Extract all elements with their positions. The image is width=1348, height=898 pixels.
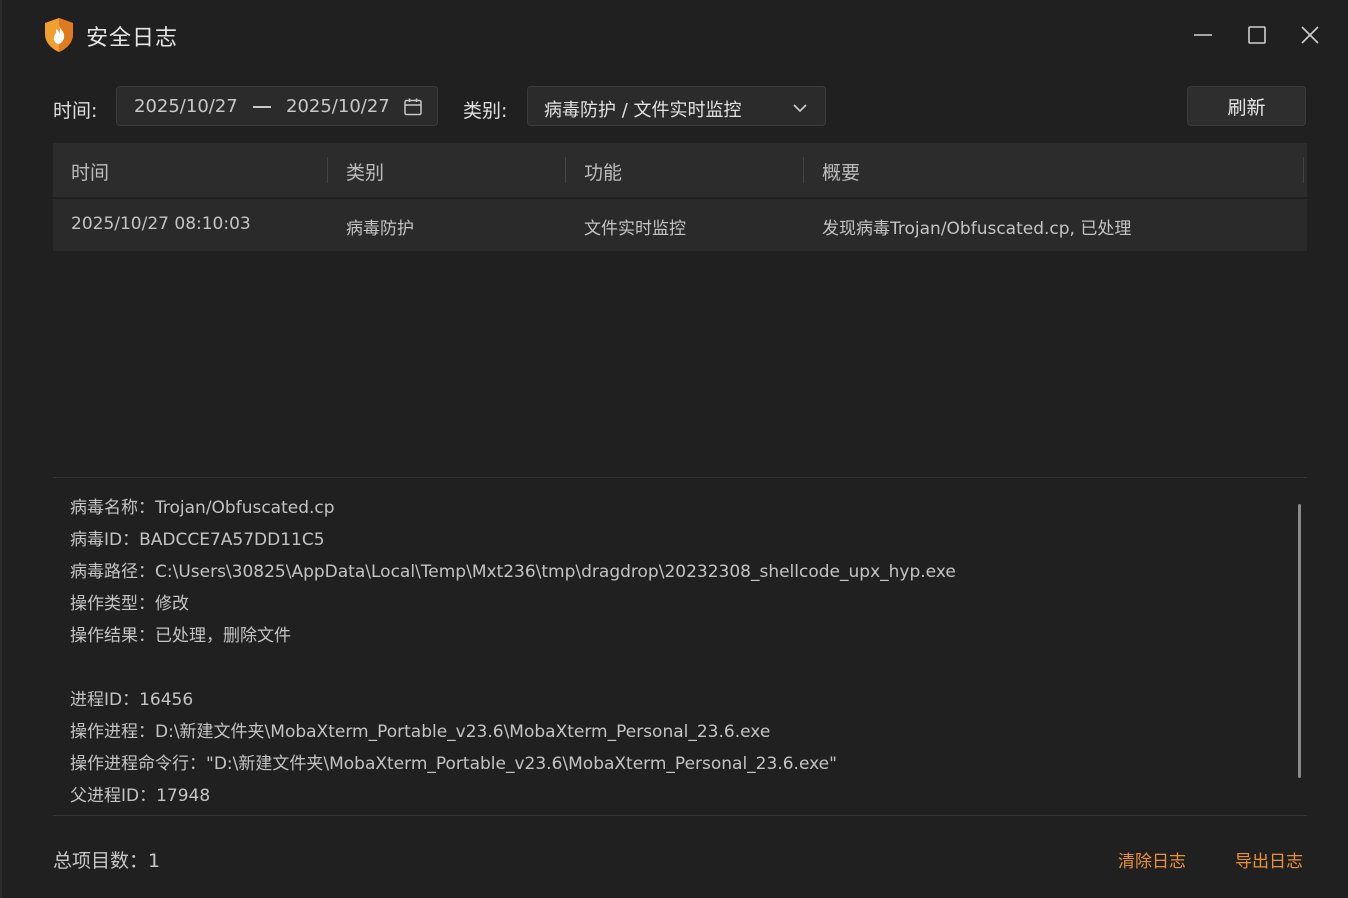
date-to[interactable]: 2025/10/27 (286, 96, 390, 117)
category-select-value: 病毒防护 / 文件实时监控 (544, 100, 742, 121)
cell-summary: 发现病毒Trojan/Obfuscated.cp, 已处理 (822, 219, 1132, 239)
log-table: 时间 类别 功能 概要 2025/10/27 08:10:03 病毒防护 文件实… (53, 143, 1307, 251)
date-from[interactable]: 2025/10/27 (134, 96, 238, 117)
title-bar: 安全日志 (2, 0, 1348, 70)
detail-operation-process: 操作进程：D:\新建文件夹\MobaXterm_Portable_v23.6\M… (70, 722, 771, 742)
category-select[interactable]: 病毒防护 / 文件实时监控 (527, 86, 826, 126)
column-divider[interactable] (327, 157, 328, 183)
header-function[interactable]: 功能 (584, 158, 622, 185)
close-icon (1301, 26, 1319, 44)
date-separator (253, 106, 271, 108)
total-count: 总项目数：1 (53, 846, 160, 873)
maximize-button[interactable] (1242, 20, 1272, 50)
detail-process-id: 进程ID：16456 (70, 690, 194, 710)
export-log-link[interactable]: 导出日志 (1235, 847, 1303, 872)
calendar-icon[interactable] (403, 97, 423, 121)
detail-virus-name: 病毒名称：Trojan/Obfuscated.cp (70, 498, 335, 518)
column-divider[interactable] (1303, 157, 1304, 183)
detail-virus-id: 病毒ID：BADCCE7A57DD11C5 (70, 530, 325, 550)
window-title: 安全日志 (86, 26, 179, 51)
refresh-button[interactable]: 刷新 (1187, 86, 1306, 126)
table-row[interactable]: 2025/10/27 08:10:03 病毒防护 文件实时监控 发现病毒Troj… (53, 199, 1307, 251)
detail-operation-type: 操作类型：修改 (70, 594, 189, 614)
cell-category: 病毒防护 (346, 219, 414, 239)
date-range-picker[interactable]: 2025/10/27 2025/10/27 (116, 86, 438, 126)
security-log-window: 安全日志 时间: 2025/10/27 2025/10/27 类别: 病毒防护 … (0, 0, 1348, 898)
total-label: 总项目数： (53, 850, 149, 872)
header-summary[interactable]: 概要 (822, 158, 860, 185)
table-details-divider (53, 477, 1307, 478)
cell-time: 2025/10/27 08:10:03 (71, 214, 251, 234)
detail-process-cmdline: 操作进程命令行："D:\新建文件夹\MobaXterm_Portable_v23… (70, 754, 837, 774)
footer-divider (53, 815, 1307, 816)
column-divider[interactable] (803, 157, 804, 183)
detail-virus-path: 病毒路径：C:\Users\30825\AppData\Local\Temp\M… (70, 562, 956, 582)
column-divider[interactable] (565, 157, 566, 183)
cell-function: 文件实时监控 (584, 219, 686, 239)
header-category[interactable]: 类别 (346, 158, 384, 185)
header-time[interactable]: 时间 (71, 158, 109, 185)
close-button[interactable] (1295, 20, 1325, 50)
chevron-down-icon (792, 100, 808, 119)
details-panel: 病毒名称：Trojan/Obfuscated.cp 病毒ID：BADCCE7A5… (70, 494, 1290, 814)
category-label: 类别: (463, 100, 508, 122)
detail-parent-process-id: 父进程ID：17948 (70, 786, 211, 806)
maximize-icon (1248, 26, 1266, 44)
minimize-button[interactable] (1188, 20, 1218, 50)
total-value: 1 (148, 850, 161, 872)
table-header: 时间 类别 功能 概要 (53, 143, 1307, 197)
details-scrollbar[interactable] (1298, 504, 1301, 778)
minimize-icon (1194, 34, 1212, 36)
detail-operation-result: 操作结果：已处理，删除文件 (70, 626, 291, 646)
time-label: 时间: (53, 100, 98, 122)
clear-log-link[interactable]: 清除日志 (1118, 847, 1186, 872)
detail-blank-line (70, 654, 1290, 686)
shield-flame-icon (43, 17, 75, 53)
